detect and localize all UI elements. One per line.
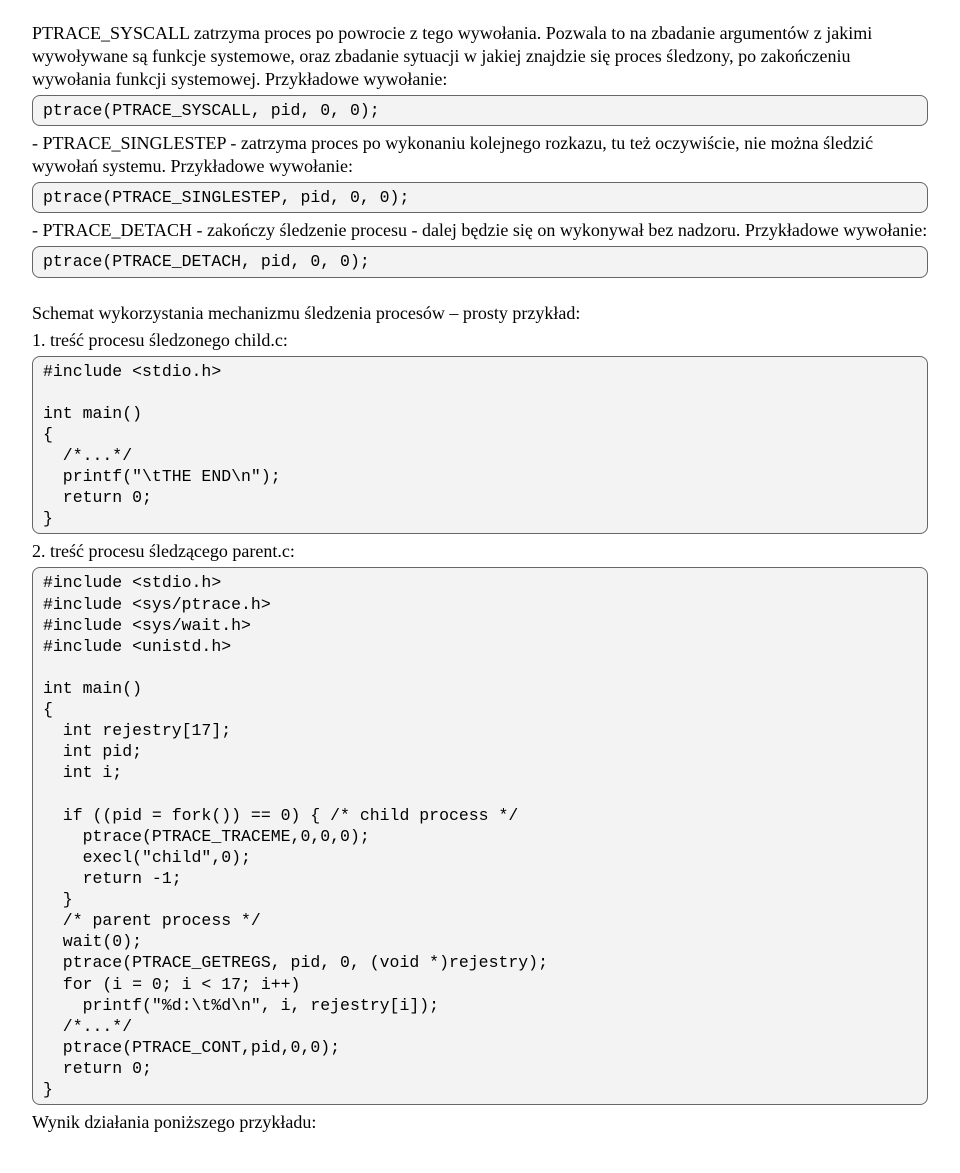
code-detach: ptrace(PTRACE_DETACH, pid, 0, 0); xyxy=(32,246,928,277)
code-singlestep: ptrace(PTRACE_SINGLESTEP, pid, 0, 0); xyxy=(32,182,928,213)
paragraph-schema: Schemat wykorzystania mechanizmu śledzen… xyxy=(32,302,928,325)
code-parent: #include <stdio.h> #include <sys/ptrace.… xyxy=(32,567,928,1105)
paragraph-detach: - PTRACE_DETACH - zakończy śledzenie pro… xyxy=(32,219,928,242)
paragraph-singlestep: - PTRACE_SINGLESTEP - zatrzyma proces po… xyxy=(32,132,928,178)
paragraph-intro: PTRACE_SYSCALL zatrzyma proces po powroc… xyxy=(32,22,928,91)
code-syscall: ptrace(PTRACE_SYSCALL, pid, 0, 0); xyxy=(32,95,928,126)
code-child: #include <stdio.h> int main() { /*...*/ … xyxy=(32,356,928,535)
paragraph-child-label: 1. treść procesu śledzonego child.c: xyxy=(32,329,928,352)
paragraph-parent-label: 2. treść procesu śledzącego parent.c: xyxy=(32,540,928,563)
paragraph-result: Wynik działania poniższego przykładu: xyxy=(32,1111,928,1134)
